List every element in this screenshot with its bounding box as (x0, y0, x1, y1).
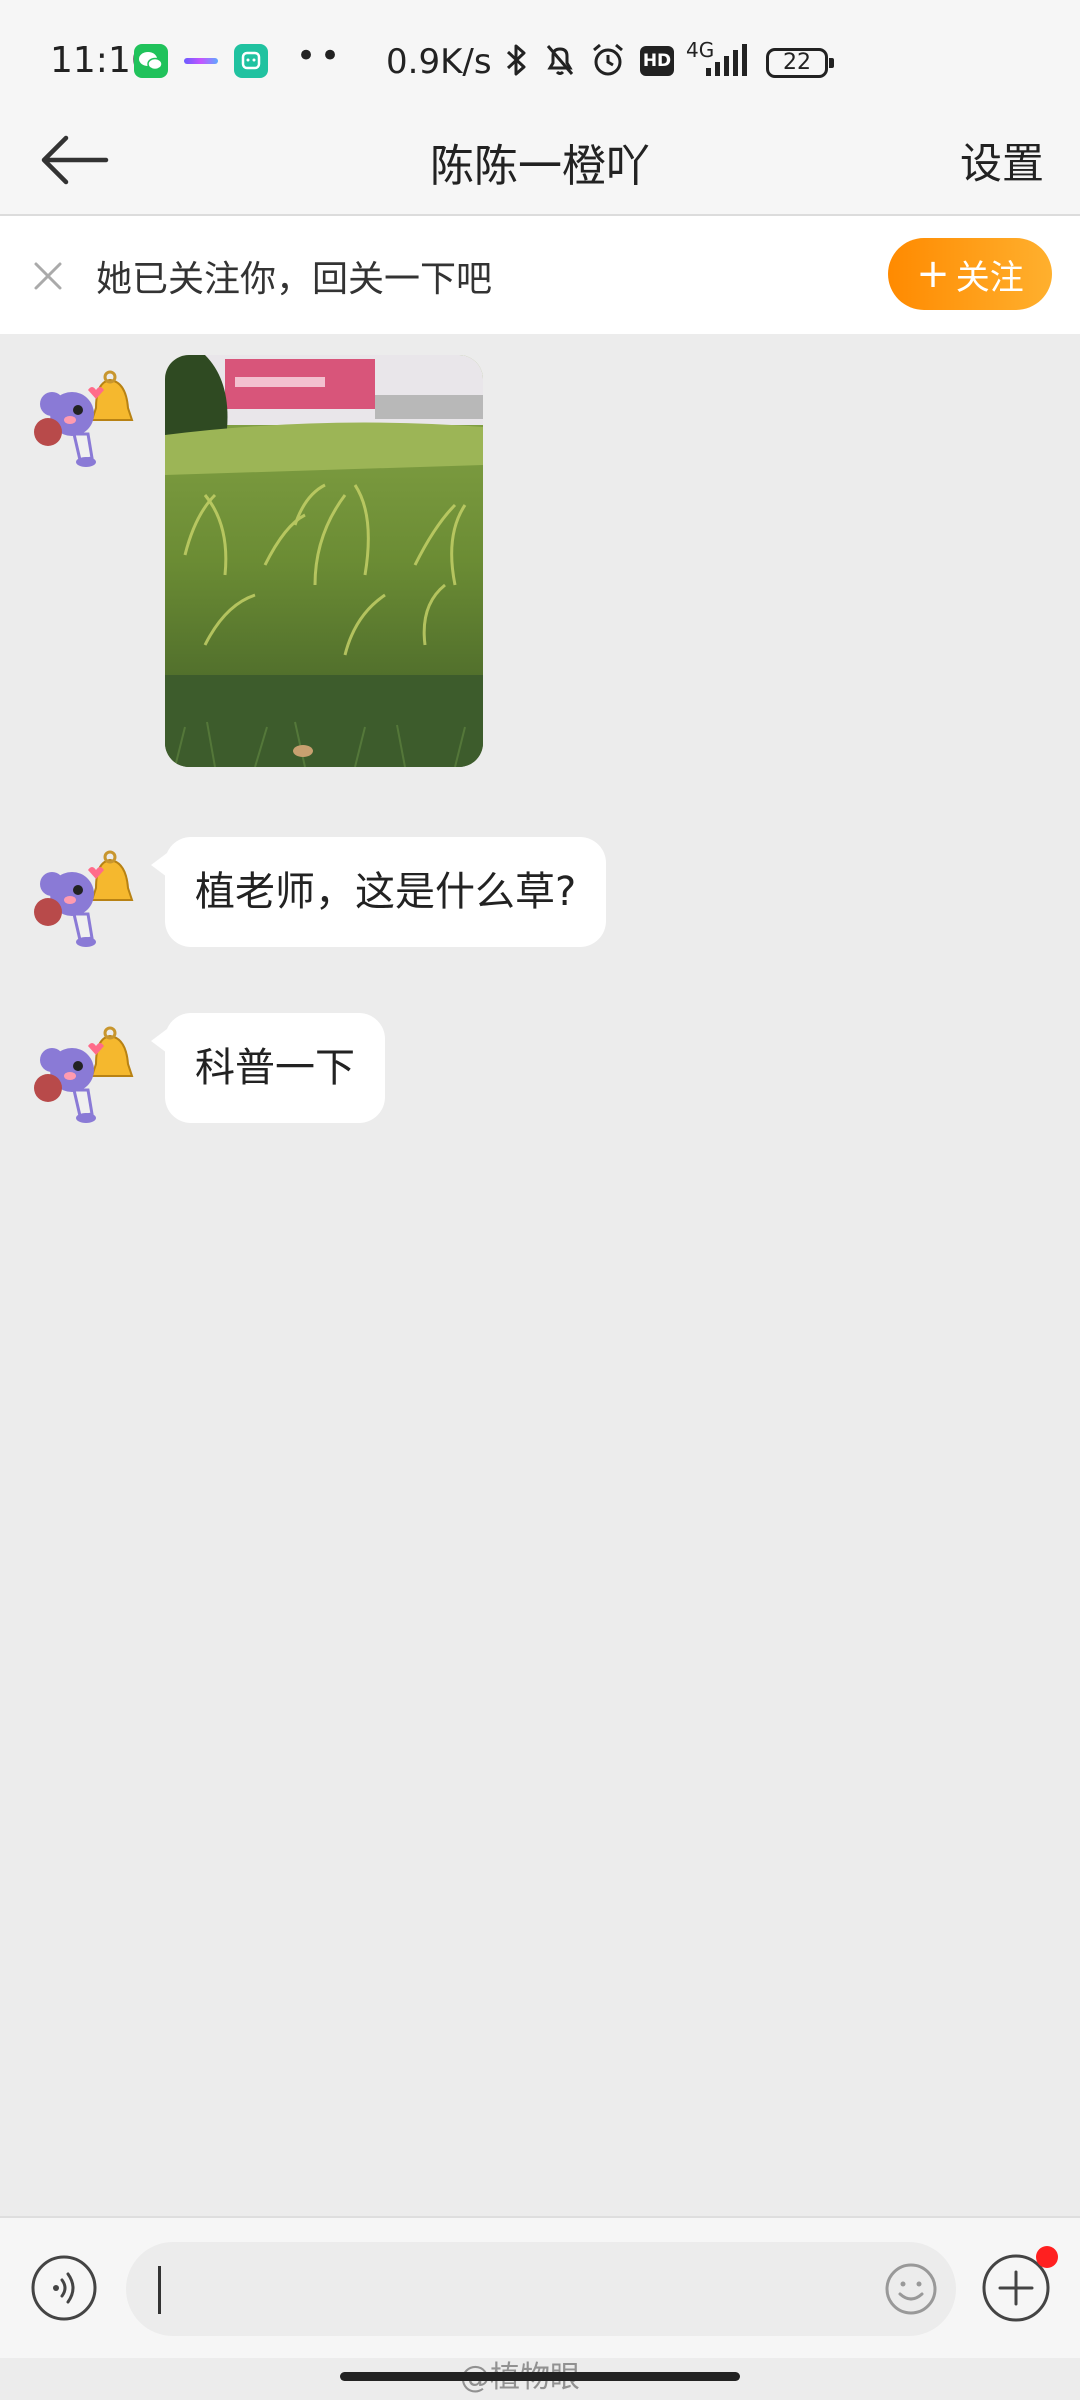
home-indicator[interactable] (340, 2372, 740, 2381)
follow-banner: 她已关注你，回关一下吧 + 关注 (0, 216, 1080, 334)
message-bubble[interactable]: 植老师，这是什么草? (150, 837, 607, 947)
chat-header: 陈陈一橙吖 设置 (0, 108, 1080, 216)
message-image[interactable] (165, 355, 483, 767)
bluetooth-icon (506, 44, 526, 76)
swirl-app-icon (184, 58, 218, 64)
avatar[interactable] (30, 840, 142, 952)
message-text: 植老师，这是什么草? (195, 869, 577, 915)
input-bar (0, 2216, 1080, 2358)
text-caret (158, 2266, 161, 2314)
signal-icon (706, 44, 747, 76)
message-text: 科普一下 (195, 1045, 355, 1091)
alarm-icon (593, 43, 623, 76)
notification-dot (1036, 2246, 1058, 2268)
more-notifications-icon: •• (296, 36, 345, 76)
hd-icon: HD (640, 46, 674, 76)
page-title: 陈陈一橙吖 (430, 141, 650, 192)
follow-banner-text: 她已关注你，回关一下吧 (96, 259, 493, 300)
settings-button[interactable]: 设置 (960, 130, 1044, 191)
avatar[interactable] (30, 360, 142, 472)
battery-icon: 22 (766, 48, 834, 78)
avatar[interactable] (30, 1016, 142, 1128)
voice-icon[interactable] (30, 2254, 98, 2322)
wechat-icon (134, 44, 168, 78)
message-bubble[interactable]: 科普一下 (151, 1013, 385, 1123)
emoji-icon[interactable] (884, 2262, 938, 2316)
follow-label: 关注 (955, 257, 1024, 298)
net-speed: 0.9K/s (386, 42, 492, 82)
close-icon[interactable] (28, 256, 68, 296)
mute-bell-icon (546, 45, 574, 75)
status-bar: 11:16 •• 0.9K/s HD 4G 22 (0, 0, 1080, 108)
mi-app-icon (234, 44, 268, 78)
message-input[interactable] (126, 2242, 956, 2336)
plus-icon: + (916, 251, 950, 297)
follow-button[interactable]: + 关注 (888, 238, 1052, 310)
